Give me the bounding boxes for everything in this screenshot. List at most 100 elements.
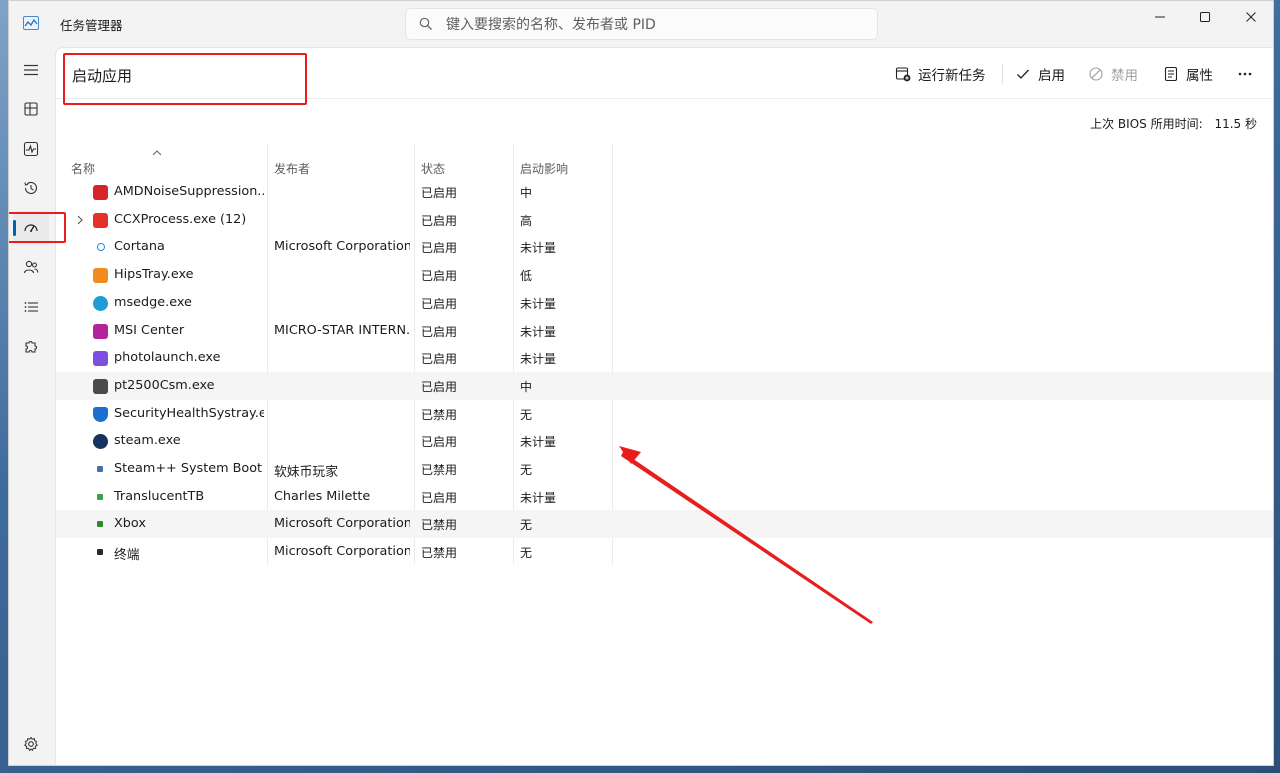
title-bar: 任务管理器 bbox=[9, 1, 1273, 47]
publisher: Microsoft Corporation bbox=[274, 239, 410, 255]
app-name: TranslucentTB bbox=[114, 488, 205, 504]
status: 已启用 bbox=[421, 186, 458, 200]
more-options-button[interactable] bbox=[1237, 62, 1253, 86]
services-puzzle-icon bbox=[25, 341, 37, 353]
startup-impact: 中 bbox=[520, 186, 533, 200]
header-divider bbox=[56, 98, 1273, 99]
history-icon bbox=[24, 181, 38, 194]
close-button[interactable] bbox=[1228, 1, 1273, 33]
terminal-icon bbox=[97, 549, 103, 556]
performance-icon bbox=[23, 141, 39, 157]
app-name: Steam++ System Boot ... bbox=[114, 461, 264, 476]
status: 已禁用 bbox=[421, 407, 458, 422]
minimize-button[interactable] bbox=[1137, 1, 1183, 33]
app-name: HipsTray.exe bbox=[114, 267, 194, 283]
status: 已启用 bbox=[421, 213, 458, 228]
run-new-task-button[interactable]: 运行新任务 bbox=[895, 62, 986, 86]
column-header-publisher[interactable]: 发布者 bbox=[274, 160, 310, 177]
table-row[interactable]: photolaunch.exe 已启用 未计量 bbox=[56, 344, 1273, 372]
status: 已启用 bbox=[421, 296, 458, 311]
nav-users[interactable] bbox=[13, 250, 49, 284]
table-row[interactable]: CCXProcess.exe (12) 已启用 高 bbox=[56, 206, 1273, 234]
details-list-icon bbox=[24, 302, 38, 312]
status: 已禁用 bbox=[421, 518, 458, 533]
sort-ascending-icon bbox=[152, 150, 162, 156]
run-new-task-icon bbox=[895, 67, 911, 82]
table-row[interactable]: pt2500Csm.exe 已启用 中 bbox=[56, 371, 1273, 400]
nav-processes[interactable] bbox=[13, 92, 49, 126]
shield-icon bbox=[93, 406, 108, 422]
startup-impact: 低 bbox=[520, 269, 533, 284]
status: 已启用 bbox=[421, 241, 458, 256]
enable-label: 启用 bbox=[1038, 68, 1065, 84]
amd-icon bbox=[93, 185, 108, 200]
properties-label: 属性 bbox=[1186, 68, 1213, 84]
startup-impact: 未计量 bbox=[520, 241, 557, 256]
huorong-icon bbox=[93, 268, 108, 284]
nav-settings[interactable] bbox=[13, 727, 49, 761]
table-row[interactable]: msedge.exe 已启用 未计量 bbox=[56, 289, 1273, 317]
startup-impact: 未计量 bbox=[520, 435, 557, 450]
xiaoheihe-logo-icon: H bbox=[1089, 712, 1129, 752]
cortana-icon bbox=[97, 243, 105, 252]
column-header-status[interactable]: 状态 bbox=[421, 160, 445, 177]
xbox-icon bbox=[97, 521, 103, 528]
status: 已禁用 bbox=[421, 546, 458, 561]
toolbar-divider bbox=[1002, 64, 1003, 84]
table-row[interactable]: AMDNoiseSuppression.... 已启用 中 bbox=[56, 178, 1273, 206]
table-row[interactable]: Cortana Microsoft Corporation 已启用 未计量 bbox=[56, 233, 1273, 261]
properties-button[interactable]: 属性 bbox=[1163, 62, 1213, 86]
hamburger-menu-button[interactable] bbox=[13, 53, 49, 87]
watermark-text: 小黑盒 bbox=[1136, 719, 1227, 752]
table-row[interactable]: MSI Center MICRO-STAR INTERN... 已启用 未计量 bbox=[56, 317, 1273, 345]
status: 已启用 bbox=[421, 490, 458, 505]
bios-time-value: 11.5 秒 bbox=[1214, 117, 1257, 131]
search-input[interactable] bbox=[446, 15, 866, 35]
publisher: MICRO-STAR INTERN... bbox=[274, 322, 410, 338]
maximize-button[interactable] bbox=[1182, 1, 1228, 33]
chevron-right-icon[interactable] bbox=[76, 215, 84, 225]
nav-app-history[interactable] bbox=[13, 171, 49, 205]
publisher: Microsoft Corporation bbox=[274, 516, 410, 532]
properties-icon bbox=[1164, 66, 1178, 82]
app-name: steam.exe bbox=[114, 433, 181, 449]
startup-impact: 中 bbox=[520, 379, 533, 394]
startup-speedometer-icon bbox=[24, 224, 38, 232]
app-name: Xbox bbox=[114, 516, 146, 532]
edge-icon bbox=[93, 295, 108, 311]
svg-text:H: H bbox=[1103, 726, 1115, 742]
status: 已启用 bbox=[421, 352, 458, 367]
app-title: 任务管理器 bbox=[60, 18, 123, 33]
startup-impact: 未计量 bbox=[520, 352, 557, 367]
app-name: MSI Center bbox=[114, 322, 185, 338]
navigation-rail bbox=[9, 47, 55, 765]
search-box[interactable] bbox=[405, 8, 878, 40]
disable-button[interactable]: 禁用 bbox=[1088, 62, 1138, 86]
processes-icon bbox=[24, 102, 38, 116]
page-title: 启动应用 bbox=[72, 67, 133, 85]
nav-details[interactable] bbox=[13, 290, 49, 324]
status: 已禁用 bbox=[421, 463, 458, 477]
app-name: msedge.exe bbox=[114, 294, 192, 310]
search-icon bbox=[419, 17, 432, 30]
column-header-name[interactable]: 名称 bbox=[71, 160, 95, 177]
adobe-cc-icon bbox=[93, 212, 108, 228]
enable-button[interactable]: 启用 bbox=[1015, 62, 1065, 86]
nav-startup-apps[interactable] bbox=[13, 211, 49, 245]
column-header-impact[interactable]: 启动影响 bbox=[520, 160, 568, 177]
nav-performance[interactable] bbox=[13, 132, 49, 166]
minimize-icon bbox=[1155, 16, 1165, 18]
table-row[interactable]: HipsTray.exe 已启用 低 bbox=[56, 261, 1273, 289]
bios-time-label: 上次 BIOS 所用时间: bbox=[1090, 117, 1203, 131]
app-name: 终端 bbox=[114, 548, 140, 564]
publisher: 软妹币玩家 bbox=[274, 465, 338, 480]
steam-plus-icon bbox=[97, 466, 103, 472]
status: 已启用 bbox=[421, 269, 458, 284]
status: 已启用 bbox=[421, 435, 458, 450]
app-icon bbox=[23, 16, 39, 30]
table-row[interactable]: SecurityHealthSystray.e... 已禁用 无 bbox=[56, 400, 1273, 428]
publisher: Charles Milette bbox=[274, 488, 371, 504]
annotation-arrow bbox=[619, 446, 873, 624]
startup-impact: 未计量 bbox=[520, 324, 557, 339]
nav-services[interactable] bbox=[13, 330, 49, 364]
